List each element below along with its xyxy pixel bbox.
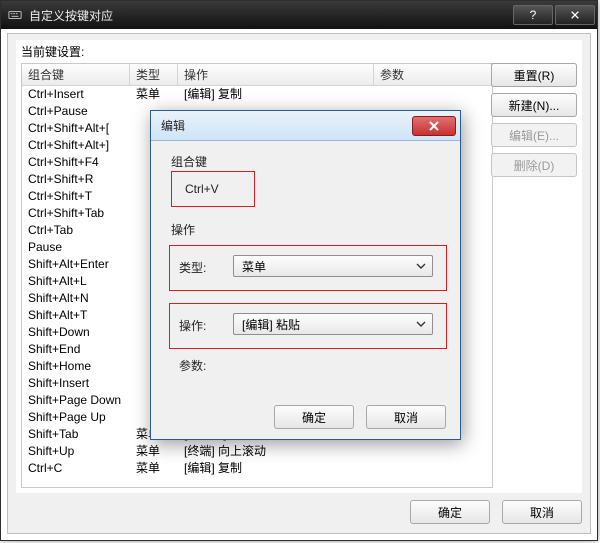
window-title: 自定义按键对应 bbox=[29, 7, 513, 24]
cell-combo: Ctrl+Tab bbox=[22, 222, 130, 239]
cell-type: 菜单 bbox=[130, 86, 178, 103]
help-button[interactable]: ? bbox=[513, 5, 553, 25]
cell-param bbox=[374, 460, 492, 477]
cell-action: [终端] 向上滚动 bbox=[178, 443, 374, 460]
cell-combo: Shift+End bbox=[22, 341, 130, 358]
cell-combo: Shift+Alt+T bbox=[22, 307, 130, 324]
edit-close-button[interactable] bbox=[412, 116, 456, 136]
type-select[interactable]: 菜单 bbox=[233, 255, 433, 277]
combo-value: Ctrl+V bbox=[185, 182, 219, 196]
close-icon bbox=[569, 10, 581, 20]
cell-combo: Shift+Down bbox=[22, 324, 130, 341]
group-action-label: 操作 bbox=[171, 221, 195, 238]
cell-combo: Shift+Insert bbox=[22, 375, 130, 392]
cell-combo: Shift+Alt+Enter bbox=[22, 256, 130, 273]
current-settings-label: 当前键设置: bbox=[21, 43, 84, 60]
cell-combo: Ctrl+Shift+F4 bbox=[22, 154, 130, 171]
col-type[interactable]: 类型 bbox=[130, 64, 178, 85]
dialog-button-bar: 确定 取消 bbox=[16, 497, 582, 527]
cell-combo: Shift+Alt+N bbox=[22, 290, 130, 307]
chevron-down-icon bbox=[416, 260, 426, 274]
cell-combo: Ctrl+Shift+R bbox=[22, 171, 130, 188]
edit-titlebar[interactable]: 编辑 bbox=[151, 111, 460, 141]
reset-button[interactable]: 重置(R) bbox=[491, 63, 577, 87]
keyboard-icon bbox=[7, 7, 23, 23]
close-icon bbox=[428, 120, 440, 132]
edit-dialog-buttons: 确定 取消 bbox=[274, 405, 446, 429]
edit-cancel-button[interactable]: 取消 bbox=[366, 405, 446, 429]
ok-button[interactable]: 确定 bbox=[410, 500, 490, 524]
cell-combo: Shift+Home bbox=[22, 358, 130, 375]
cell-action: [编辑] 复制 bbox=[178, 460, 374, 477]
cell-combo: Ctrl+C bbox=[22, 460, 130, 477]
action-select[interactable]: [编辑] 粘贴 bbox=[233, 313, 433, 335]
table-row[interactable]: Shift+Up菜单[终端] 向上滚动 bbox=[22, 443, 492, 460]
titlebar[interactable]: 自定义按键对应 ? bbox=[1, 1, 597, 29]
cell-param bbox=[374, 86, 492, 103]
cell-combo: Ctrl+Shift+T bbox=[22, 188, 130, 205]
cell-combo: Ctrl+Shift+Tab bbox=[22, 205, 130, 222]
param-label: 参数: bbox=[179, 357, 206, 374]
chevron-down-icon bbox=[416, 318, 426, 332]
table-header: 组合键 类型 操作 参数 bbox=[22, 64, 492, 86]
edit-ok-button[interactable]: 确定 bbox=[274, 405, 354, 429]
cell-combo: Ctrl+Shift+Alt+] bbox=[22, 137, 130, 154]
type-label: 类型: bbox=[179, 259, 206, 276]
col-action[interactable]: 操作 bbox=[178, 64, 374, 85]
close-button[interactable] bbox=[555, 5, 595, 25]
cell-combo: Shift+Alt+L bbox=[22, 273, 130, 290]
cell-combo: Shift+Page Up bbox=[22, 409, 130, 426]
cell-combo: Ctrl+Insert bbox=[22, 86, 130, 103]
cell-combo: Shift+Page Down bbox=[22, 392, 130, 409]
type-select-value: 菜单 bbox=[242, 258, 266, 275]
col-param[interactable]: 参数 bbox=[374, 64, 492, 85]
edit-dialog: 编辑 组合键 Ctrl+V 操作 类型: 菜单 操作: [编辑] 粘贴 参数: … bbox=[150, 110, 461, 440]
cancel-button[interactable]: 取消 bbox=[502, 500, 582, 524]
edit-body: 组合键 Ctrl+V 操作 类型: 菜单 操作: [编辑] 粘贴 参数: 确定 … bbox=[151, 141, 460, 439]
group-combo-label: 组合键 bbox=[171, 153, 207, 170]
cell-type: 菜单 bbox=[130, 443, 178, 460]
table-row[interactable]: Ctrl+C菜单[编辑] 复制 bbox=[22, 460, 492, 477]
col-combo[interactable]: 组合键 bbox=[22, 64, 130, 85]
edit-title: 编辑 bbox=[151, 117, 412, 134]
action-label: 操作: bbox=[179, 317, 206, 334]
cell-combo: Pause bbox=[22, 239, 130, 256]
cell-combo: Ctrl+Pause bbox=[22, 103, 130, 120]
cell-combo: Shift+Tab bbox=[22, 426, 130, 443]
table-row[interactable]: Ctrl+Insert菜单[编辑] 复制 bbox=[22, 86, 492, 103]
cell-type: 菜单 bbox=[130, 460, 178, 477]
reset-wrap: 重置(R) bbox=[491, 63, 577, 488]
action-select-value: [编辑] 粘贴 bbox=[242, 316, 300, 333]
cell-param bbox=[374, 443, 492, 460]
cell-combo: Shift+Up bbox=[22, 443, 130, 460]
cell-combo: Ctrl+Shift+Alt+[ bbox=[22, 120, 130, 137]
cell-action: [编辑] 复制 bbox=[178, 86, 374, 103]
